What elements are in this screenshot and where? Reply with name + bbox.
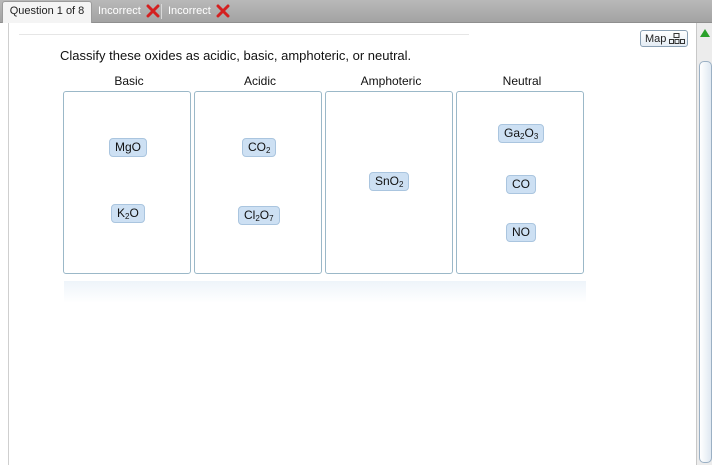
chip-sno2[interactable]: SnO2	[369, 172, 410, 191]
map-grid-icon	[669, 33, 685, 44]
chip-k2o[interactable]: K2O	[111, 204, 145, 223]
formula-text: MgO	[115, 140, 142, 154]
chip-no[interactable]: NO	[506, 223, 536, 242]
header-basic: Basic	[114, 74, 144, 88]
formula-subscript: 2	[399, 180, 404, 189]
formula-text: CO	[248, 140, 266, 154]
tab-attempt-1[interactable]: Incorrect	[98, 2, 160, 22]
formula-subscript: 2	[266, 146, 271, 155]
red-x-icon	[216, 4, 230, 18]
formula-subscript: 3	[533, 132, 539, 141]
chip-ga2o3[interactable]: Ga2O3	[498, 124, 545, 143]
question-tab-bar: Question 1 of 8 Incorrect Incorrect	[0, 0, 712, 23]
formula-text: O	[129, 206, 139, 220]
question-prompt: Classify these oxides as acidic, basic, …	[60, 48, 412, 63]
header-acidic: Acidic	[243, 74, 276, 88]
vertical-scrollbar[interactable]	[696, 23, 712, 465]
formula-text: K	[117, 206, 126, 220]
red-x-icon	[146, 4, 160, 18]
tab-attempt-2[interactable]: Incorrect	[168, 2, 230, 22]
map-button[interactable]: Map	[640, 30, 688, 47]
scroll-thumb[interactable]	[699, 61, 712, 463]
tab-divider	[161, 4, 162, 19]
formula-text: Cl	[244, 208, 256, 222]
formula-subscript: 7	[269, 214, 274, 223]
tab-question-1[interactable]: Question 1 of 8	[2, 1, 92, 23]
chip-cl2o7[interactable]: Cl2O7	[238, 206, 280, 225]
chip-co[interactable]: CO	[506, 175, 536, 194]
chip-co2[interactable]: CO2	[242, 138, 277, 157]
top-strip	[19, 24, 469, 35]
formula-text: Ga	[504, 126, 521, 140]
formula-text: O	[259, 208, 270, 222]
drop-bin-acidic[interactable]	[194, 91, 322, 274]
formula-text: SnO	[375, 174, 400, 188]
formula-text: NO	[512, 225, 530, 239]
chip-mgo[interactable]: MgO	[109, 138, 148, 157]
header-neutral: Neutral	[502, 74, 542, 88]
answer-bank-area	[64, 281, 586, 303]
drop-bin-basic[interactable]	[63, 91, 191, 274]
header-amphoteric: Amphoteric	[360, 74, 422, 88]
formula-text: CO	[512, 177, 530, 191]
scroll-up-arrow-icon[interactable]	[700, 29, 710, 37]
formula-text: O	[524, 126, 534, 140]
